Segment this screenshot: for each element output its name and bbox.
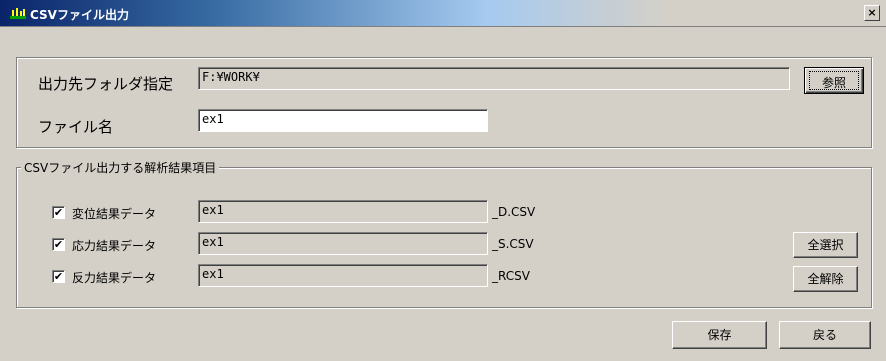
- filename-label: ファイル名: [38, 118, 114, 136]
- title-bar: CSVファイル出力 ×: [0, 0, 886, 27]
- reaction-label: 反力結果データ: [72, 271, 157, 285]
- displacement-suffix: _D.CSV: [492, 205, 536, 219]
- browse-button[interactable]: 参照: [804, 67, 864, 94]
- filename-input[interactable]: ex1: [198, 109, 488, 132]
- save-button-label: 保存: [707, 328, 732, 342]
- displacement-checkbox[interactable]: ✔: [52, 206, 65, 219]
- displacement-label: 変位結果データ: [72, 207, 157, 221]
- stress-name-field[interactable]: ex1: [198, 232, 488, 255]
- deselect-all-label: 全解除: [807, 272, 844, 286]
- stress-checkbox[interactable]: ✔: [52, 238, 65, 251]
- reaction-name-field[interactable]: ex1: [198, 264, 488, 287]
- deselect-all-button[interactable]: 全解除: [793, 266, 858, 292]
- select-all-label: 全選択: [807, 238, 844, 252]
- folder-label: 出力先フォルダ指定: [38, 75, 174, 93]
- items-group-legend: CSVファイル出力する解析結果項目: [21, 159, 220, 176]
- back-button-label: 戻る: [812, 328, 837, 342]
- close-icon: ×: [867, 6, 877, 19]
- back-button[interactable]: 戻る: [779, 321, 871, 349]
- save-button[interactable]: 保存: [672, 321, 767, 349]
- folder-path-field[interactable]: F:¥WORK¥: [198, 67, 790, 90]
- stress-label: 応力結果データ: [72, 239, 157, 253]
- reaction-checkbox[interactable]: ✔: [52, 270, 65, 283]
- select-all-button[interactable]: 全選択: [793, 232, 858, 258]
- reaction-suffix: _RCSV: [492, 269, 530, 283]
- app-icon: [10, 8, 26, 19]
- displacement-name-field[interactable]: ex1: [198, 200, 488, 223]
- window-title: CSVファイル出力: [30, 8, 129, 22]
- browse-button-label: 参照: [821, 76, 846, 90]
- close-button[interactable]: ×: [864, 5, 880, 21]
- stress-suffix: _S.CSV: [492, 237, 534, 251]
